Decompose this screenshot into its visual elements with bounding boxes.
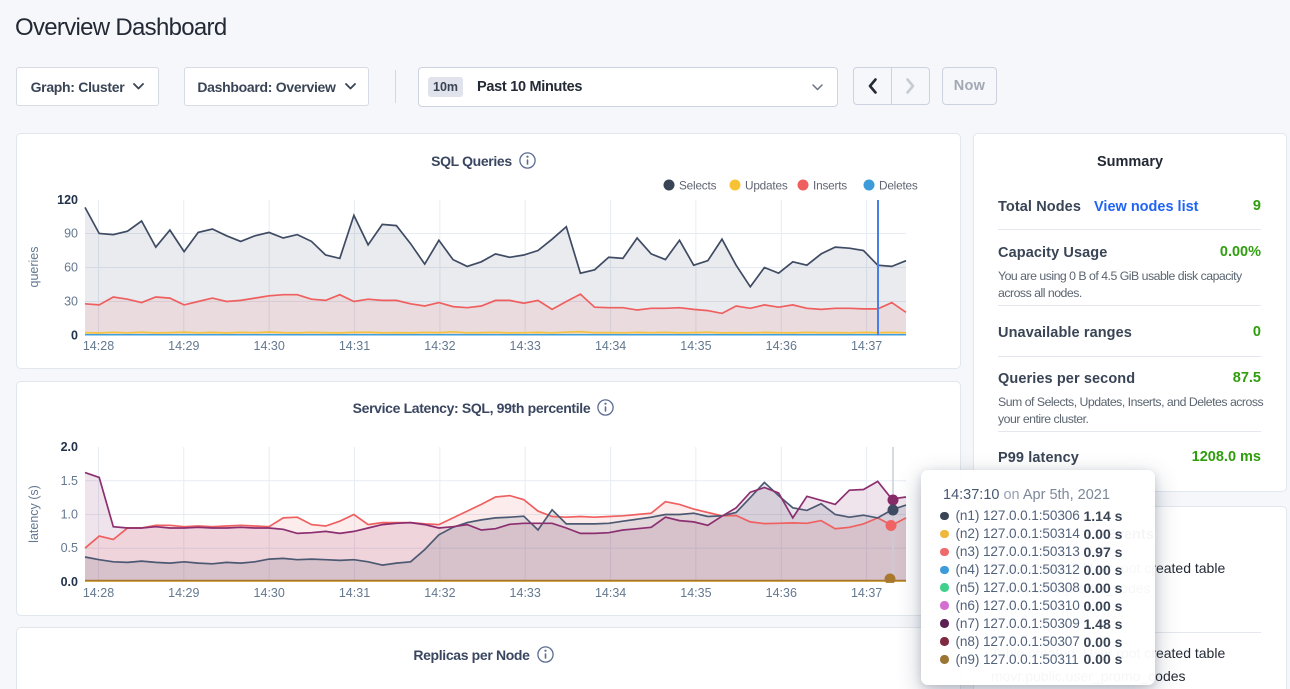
svg-text:14:30: 14:30 xyxy=(254,339,285,353)
svg-text:14:28: 14:28 xyxy=(83,586,114,600)
svg-text:Inserts: Inserts xyxy=(813,179,847,193)
svg-text:14:34: 14:34 xyxy=(595,339,626,353)
svg-text:2.0: 2.0 xyxy=(61,440,78,454)
svg-text:90: 90 xyxy=(64,227,78,241)
svg-text:14:31: 14:31 xyxy=(339,586,370,600)
svg-text:latency (s): latency (s) xyxy=(27,485,41,543)
svg-text:14:37: 14:37 xyxy=(851,586,882,600)
svg-text:14:33: 14:33 xyxy=(510,339,541,353)
svg-text:14:30: 14:30 xyxy=(254,586,285,600)
svg-text:14:29: 14:29 xyxy=(168,586,199,600)
svg-text:queries: queries xyxy=(27,247,41,288)
svg-text:1.0: 1.0 xyxy=(61,508,78,522)
svg-text:30: 30 xyxy=(64,295,78,309)
svg-text:14:34: 14:34 xyxy=(595,586,626,600)
svg-text:14:36: 14:36 xyxy=(766,339,797,353)
svg-text:0: 0 xyxy=(71,329,78,343)
svg-text:14:32: 14:32 xyxy=(424,586,455,600)
svg-text:0.0: 0.0 xyxy=(61,575,78,589)
svg-text:Selects: Selects xyxy=(679,179,717,193)
svg-text:Deletes: Deletes xyxy=(879,179,918,193)
svg-text:14:32: 14:32 xyxy=(424,339,455,353)
svg-text:14:35: 14:35 xyxy=(680,586,711,600)
svg-text:0.5: 0.5 xyxy=(61,541,78,555)
svg-text:14:37: 14:37 xyxy=(851,339,882,353)
svg-text:14:36: 14:36 xyxy=(766,586,797,600)
svg-text:14:28: 14:28 xyxy=(83,339,114,353)
svg-text:120: 120 xyxy=(57,193,78,207)
svg-text:14:35: 14:35 xyxy=(680,339,711,353)
svg-text:1.5: 1.5 xyxy=(61,474,78,488)
svg-text:14:29: 14:29 xyxy=(168,339,199,353)
svg-text:14:31: 14:31 xyxy=(339,339,370,353)
svg-text:14:33: 14:33 xyxy=(510,586,541,600)
svg-text:Updates: Updates xyxy=(745,179,788,193)
svg-text:60: 60 xyxy=(64,261,78,275)
